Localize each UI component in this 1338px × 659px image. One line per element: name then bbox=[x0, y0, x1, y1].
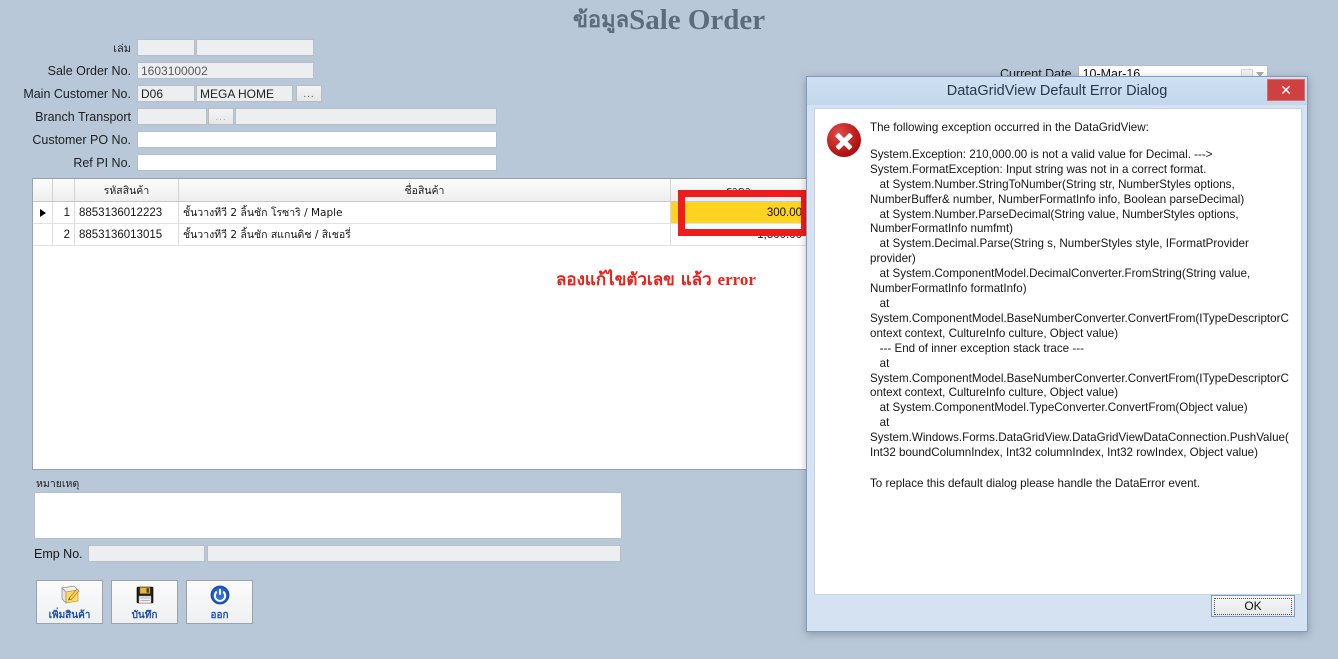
main-customer-name-input[interactable]: MEGA HOME bbox=[196, 85, 293, 102]
datagridview-error-dialog: DataGridView Default Error Dialog ✕ The … bbox=[806, 76, 1308, 632]
main-customer-browse-button[interactable]: ... bbox=[296, 85, 322, 102]
error-circle-icon bbox=[827, 123, 861, 157]
dialog-body: The following exception occurred in the … bbox=[814, 108, 1302, 595]
branch-transport-browse-button[interactable]: ... bbox=[208, 108, 234, 125]
cell-product-code[interactable]: 8853136013015 bbox=[75, 224, 179, 245]
dialog-message-heading: The following exception occurred in the … bbox=[870, 121, 1149, 134]
ok-button[interactable]: OK bbox=[1211, 595, 1295, 617]
grid-header-selector bbox=[33, 179, 53, 201]
branch-transport-name-input[interactable] bbox=[235, 108, 497, 125]
row-selector-indicator[interactable] bbox=[33, 224, 53, 245]
annotation-text-en: error bbox=[717, 270, 756, 289]
row-number: 1 bbox=[53, 202, 75, 223]
annotation-text: ลองแก้ไขตัวเลข แล้ว error bbox=[556, 266, 756, 293]
add-product-button[interactable]: เพิ่มสินค้า bbox=[36, 580, 103, 624]
grid-header-rownum bbox=[53, 179, 75, 201]
label-volume: เล่ม bbox=[113, 41, 131, 55]
form-row-ref-pi-no: Ref PI No. bbox=[0, 151, 810, 174]
remark-textarea[interactable] bbox=[34, 492, 622, 539]
exit-button-label: ออก bbox=[210, 610, 229, 621]
ok-button-label: OK bbox=[1214, 597, 1292, 615]
label-sale-order-no: Sale Order No. bbox=[47, 63, 131, 78]
dialog-message-block: The following exception occurred in the … bbox=[870, 121, 1291, 584]
save-button[interactable]: บันทึก bbox=[111, 580, 178, 624]
add-product-icon bbox=[60, 585, 79, 604]
annotation-highlight-box bbox=[678, 190, 808, 236]
label-customer-po-no: Customer PO No. bbox=[32, 132, 131, 147]
branch-transport-code-input[interactable] bbox=[137, 108, 207, 125]
volume-input[interactable] bbox=[137, 39, 195, 56]
form-row-volume: เล่ม bbox=[0, 36, 810, 59]
action-buttons: เพิ่มสินค้า บันทึก ออก bbox=[36, 580, 253, 624]
form-row-customer-po-no: Customer PO No. bbox=[0, 128, 810, 151]
page-title-thai: ข้อมูล bbox=[572, 8, 630, 33]
close-icon[interactable]: ✕ bbox=[1267, 79, 1305, 101]
page-title: ข้อมูลSale Order bbox=[0, 4, 1338, 39]
form-row-main-customer-no: Main Customer No. D06 MEGA HOME ... bbox=[0, 82, 810, 105]
sale-order-no-input[interactable]: 1603100002 bbox=[137, 62, 314, 79]
dialog-message-footer: To replace this default dialog please ha… bbox=[870, 476, 1200, 490]
label-main-customer-no: Main Customer No. bbox=[23, 86, 131, 101]
emp-no-field: Emp No. bbox=[34, 545, 621, 562]
exit-button[interactable]: ออก bbox=[186, 580, 253, 624]
dialog-stack-trace: System.Exception: 210,000.00 is not a va… bbox=[870, 147, 1289, 460]
ref-pi-no-input[interactable] bbox=[137, 154, 497, 171]
label-remark: หมายเหตุ bbox=[36, 478, 80, 490]
page-title-en: Sale Order bbox=[629, 4, 766, 36]
label-branch-transport: Branch Transport bbox=[35, 109, 131, 124]
dialog-titlebar[interactable]: DataGridView Default Error Dialog ✕ bbox=[807, 77, 1307, 105]
annotation-text-thai: ลองแก้ไขตัวเลข แล้ว bbox=[556, 270, 718, 290]
customer-po-no-input[interactable] bbox=[137, 131, 497, 148]
cell-product-code[interactable]: 8853136012223 bbox=[75, 202, 179, 223]
grid-header-product-code[interactable]: รหัสสินค้า bbox=[75, 179, 179, 201]
form-row-branch-transport: Branch Transport ... bbox=[0, 105, 810, 128]
main-customer-code-input[interactable]: D06 bbox=[137, 85, 195, 102]
grid-header-product-name[interactable]: ชื่อสินค้า bbox=[179, 179, 671, 201]
save-floppy-icon bbox=[136, 586, 153, 604]
label-ref-pi-no: Ref PI No. bbox=[73, 155, 131, 170]
volume-name-input[interactable] bbox=[196, 39, 314, 56]
label-emp-no: Emp No. bbox=[34, 546, 83, 561]
emp-no-input[interactable] bbox=[87, 545, 205, 562]
row-number: 2 bbox=[53, 224, 75, 245]
cell-product-name[interactable]: ชั้นวางทีวี 2 ลิ้นชัก สแกนดิช / สิเชอรี่ bbox=[179, 224, 671, 245]
add-product-button-label: เพิ่มสินค้า bbox=[48, 610, 91, 621]
form-row-sale-order-no: Sale Order No. 1603100002 bbox=[0, 59, 810, 82]
emp-name-input[interactable] bbox=[206, 545, 621, 562]
dialog-title: DataGridView Default Error Dialog bbox=[946, 83, 1168, 99]
power-exit-icon bbox=[210, 585, 229, 605]
cell-product-name[interactable]: ชั้นวางทีวี 2 ลิ้นชัก โรซาริ / Maple bbox=[179, 202, 671, 223]
triangle-right-icon bbox=[39, 208, 46, 217]
sale-order-form: เล่ม Sale Order No. 1603100002 Main Cust… bbox=[0, 36, 810, 174]
row-selector-indicator[interactable] bbox=[33, 202, 53, 223]
save-button-label: บันทึก bbox=[131, 610, 158, 621]
